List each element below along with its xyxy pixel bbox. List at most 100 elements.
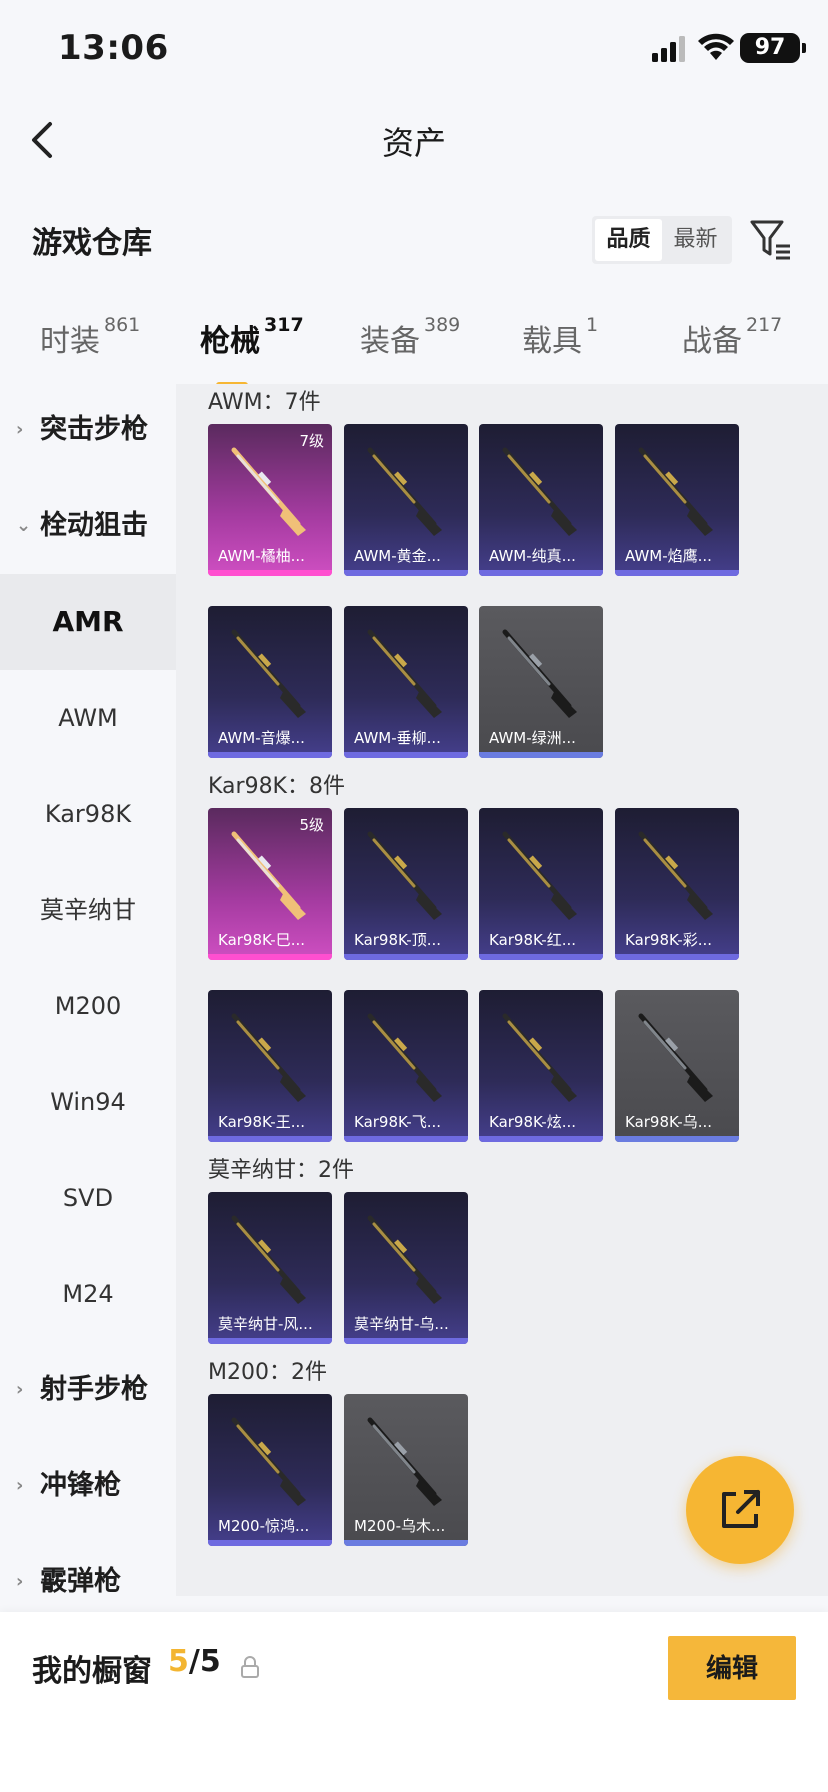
tab-label: 战备 — [682, 324, 742, 359]
sort-newest-option[interactable]: 最新 — [662, 219, 729, 261]
chevron-right-icon: › — [16, 419, 24, 440]
rarity-bar — [615, 1136, 739, 1142]
rarity-bar — [479, 954, 603, 960]
rifle-icon — [502, 831, 577, 920]
weapon-name: Kar98K-巳... — [218, 931, 305, 949]
weapon-card[interactable]: 5级 Kar98K-巳... — [208, 808, 332, 960]
sidebar-item-m24[interactable]: M24 — [0, 1246, 176, 1342]
rifle-icon — [502, 1013, 577, 1102]
status-time: 13:06 — [58, 28, 169, 68]
rifle-icon — [367, 1417, 442, 1506]
warehouse-header: 游戏仓库 品质 最新 — [0, 200, 828, 280]
cellular-signal-icon — [652, 36, 685, 62]
tab-count: 1 — [586, 314, 599, 336]
tab-label: 时装 — [40, 324, 100, 359]
filter-icon[interactable] — [748, 216, 794, 262]
rarity-bar — [208, 752, 332, 758]
rarity-bar — [479, 1136, 603, 1142]
rarity-bar — [208, 954, 332, 960]
rifle-icon — [231, 1215, 306, 1304]
weapon-card[interactable]: M200-乌木... — [344, 1394, 468, 1546]
wifi-icon — [698, 33, 734, 60]
rifle-icon — [502, 629, 577, 718]
sidebar-item-label: 霰弹枪 — [40, 1566, 121, 1597]
weapon-card[interactable]: AWM-绿洲... — [479, 606, 603, 758]
weapon-name: AWM-焰鹰... — [625, 547, 712, 565]
weapon-card[interactable]: Kar98K-彩... — [615, 808, 739, 960]
weapon-name: Kar98K-顶... — [354, 931, 441, 949]
rifle-icon — [231, 629, 306, 718]
weapon-card[interactable]: Kar98K-飞... — [344, 990, 468, 1142]
weapon-card[interactable]: 莫辛纳甘-风... — [208, 1192, 332, 1344]
rifle-icon — [231, 831, 306, 920]
weapon-card[interactable]: Kar98K-王... — [208, 990, 332, 1142]
weapon-name: AWM-黄金... — [354, 547, 441, 565]
weapon-name: AWM-绿洲... — [489, 729, 576, 747]
sidebar-item-mosin[interactable]: 莫辛纳甘 — [0, 862, 176, 958]
share-button[interactable] — [686, 1456, 794, 1564]
sidebar-item-amr[interactable]: AMR — [0, 574, 176, 670]
sidebar-item-win94[interactable]: Win94 — [0, 1054, 176, 1150]
tab-fashion[interactable]: 时装 861 — [40, 314, 140, 360]
weapon-name: 莫辛纳甘-乌... — [354, 1315, 449, 1333]
weapon-card[interactable]: AWM-焰鹰... — [615, 424, 739, 576]
group-title: M200：2件 — [208, 1360, 327, 1385]
rarity-bar — [344, 1540, 468, 1546]
sidebar-group-assault-rifle[interactable]: › 突击步枪 — [0, 382, 176, 478]
weapon-card[interactable]: M200-惊鸿... — [208, 1394, 332, 1546]
sidebar-group-marksman-rifle[interactable]: › 射手步枪 — [0, 1342, 176, 1438]
sidebar-group-bolt-sniper[interactable]: ⌄ 栓动狙击 — [0, 478, 176, 574]
weapon-name: Kar98K-炫... — [489, 1113, 576, 1131]
weapon-card[interactable]: Kar98K-顶... — [344, 808, 468, 960]
tab-label: 枪械 — [200, 324, 260, 359]
rarity-bar — [479, 570, 603, 576]
rifle-icon — [367, 831, 442, 920]
rarity-bar — [615, 954, 739, 960]
weapon-card[interactable]: Kar98K-乌... — [615, 990, 739, 1142]
weapon-card[interactable]: 莫辛纳甘-乌... — [344, 1192, 468, 1344]
sidebar-item-awm[interactable]: AWM — [0, 670, 176, 766]
weapon-name: 莫辛纳甘-风... — [218, 1315, 313, 1333]
level-badge: 5级 — [299, 816, 324, 834]
sidebar-item-svd[interactable]: SVD — [0, 1150, 176, 1246]
sidebar-group-smg[interactable]: › 冲锋枪 — [0, 1438, 176, 1534]
rifle-icon — [367, 1013, 442, 1102]
rifle-icon — [367, 1215, 442, 1304]
tab-supplies[interactable]: 战备 217 — [682, 314, 782, 360]
weapon-card[interactable]: 7级 AWM-橘柚... — [208, 424, 332, 576]
rifle-icon — [367, 447, 442, 536]
rifle-icon — [638, 447, 713, 536]
weapon-card[interactable]: Kar98K-红... — [479, 808, 603, 960]
tab-vehicles[interactable]: 载具 1 — [522, 314, 599, 360]
rarity-bar — [208, 1338, 332, 1344]
sidebar-item-label: 栓动狙击 — [40, 510, 148, 541]
weapon-name: AWM-纯真... — [489, 547, 576, 565]
category-tabs: 时装 861 枪械 317 装备 389 载具 1 战备 217 — [0, 300, 828, 388]
sidebar-item-kar98k[interactable]: Kar98K — [0, 766, 176, 862]
lock-icon — [241, 1656, 259, 1678]
weapon-name: Kar98K-红... — [489, 931, 576, 949]
rarity-bar — [615, 570, 739, 576]
tab-equipment[interactable]: 装备 389 — [360, 314, 460, 360]
sidebar-item-m200[interactable]: M200 — [0, 958, 176, 1054]
rifle-icon — [638, 831, 713, 920]
tab-count: 317 — [264, 314, 304, 336]
weapon-card[interactable]: AWM-垂柳... — [344, 606, 468, 758]
weapon-grid: AWM：7件 7级 AWM-橘柚... AWM-黄金... AWM-纯真... AWM-焰… — [176, 384, 828, 1596]
sidebar-item-label: 冲锋枪 — [40, 1470, 121, 1501]
weapon-name: Kar98K-乌... — [625, 1113, 712, 1131]
weapon-name: AWM-橘柚... — [218, 547, 305, 565]
sidebar-item-label: 射手步枪 — [40, 1374, 148, 1405]
weapon-card[interactable]: AWM-音爆... — [208, 606, 332, 758]
rifle-icon — [231, 1417, 306, 1506]
weapon-card[interactable]: AWM-纯真... — [479, 424, 603, 576]
rarity-bar — [344, 570, 468, 576]
weapon-card[interactable]: AWM-黄金... — [344, 424, 468, 576]
tab-firearms[interactable]: 枪械 317 — [200, 314, 304, 388]
sort-segmented-control: 品质 最新 — [592, 216, 732, 264]
page-title: 资产 — [381, 124, 446, 162]
weapon-card[interactable]: Kar98K-炫... — [479, 990, 603, 1142]
edit-button[interactable]: 编辑 — [668, 1636, 796, 1700]
rarity-bar — [344, 752, 468, 758]
sort-quality-option[interactable]: 品质 — [595, 219, 662, 261]
